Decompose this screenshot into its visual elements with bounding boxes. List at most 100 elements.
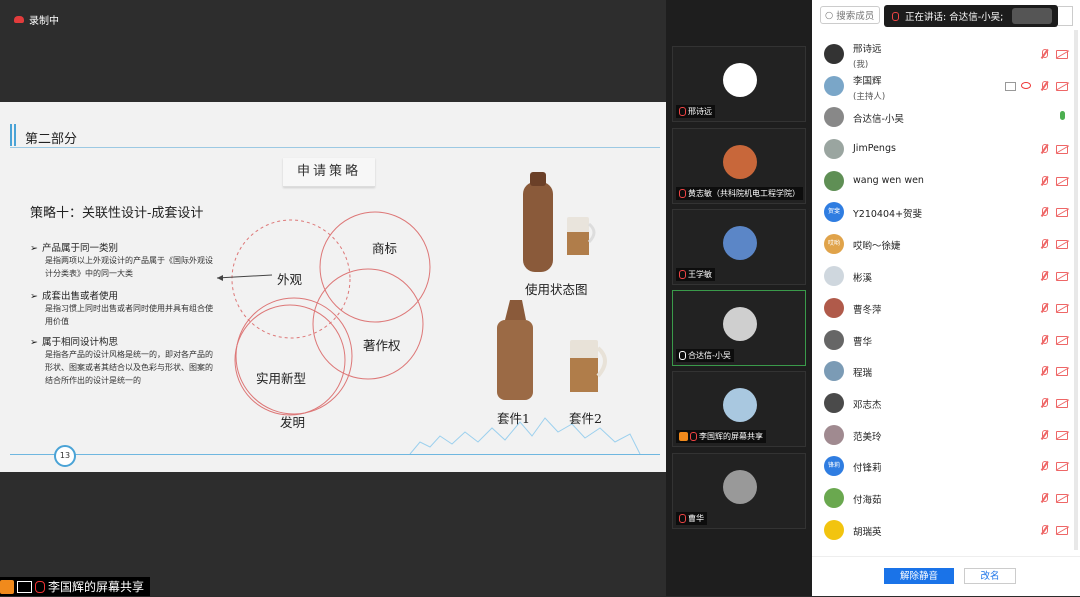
video-tile[interactable]: 曹华 bbox=[672, 453, 806, 529]
participant-row[interactable]: 邢诗远 (我) bbox=[812, 40, 1080, 70]
mic-active-icon[interactable] bbox=[1060, 111, 1065, 120]
mic-muted-icon[interactable] bbox=[1040, 366, 1048, 376]
venn-label-waiguan: 外观 bbox=[277, 272, 303, 287]
photo-label-usage: 使用状态图 bbox=[525, 282, 588, 297]
participant-row[interactable]: 范美玲 bbox=[812, 421, 1080, 449]
camera-off-icon[interactable] bbox=[1056, 145, 1068, 154]
mic-muted-icon[interactable] bbox=[1040, 49, 1048, 59]
mic-muted-icon[interactable] bbox=[1040, 430, 1048, 440]
venn-arrow-icon bbox=[217, 275, 223, 281]
participant-row[interactable]: 贺斐 Y210404+贺斐 bbox=[812, 198, 1080, 226]
recording-label: 录制中 bbox=[29, 16, 59, 27]
screen-share-icon bbox=[17, 580, 32, 593]
speaking-indicator: 正在讲话: 合达信-小吴; bbox=[884, 5, 1058, 27]
mic-muted-icon[interactable] bbox=[1040, 398, 1048, 408]
screen-share-icon[interactable] bbox=[1005, 82, 1016, 91]
participant-row[interactable]: 程瑞 bbox=[812, 357, 1080, 385]
video-tile[interactable]: 黄志敏（共科院机电工程学院） bbox=[672, 128, 806, 204]
participant-row[interactable]: 锋莉 付锋莉 bbox=[812, 452, 1080, 480]
avatar bbox=[824, 361, 844, 381]
mute-all-button[interactable]: 解除静音 bbox=[884, 568, 954, 584]
panel-footer: 解除静音 改名 bbox=[812, 556, 1080, 597]
mic-muted-icon bbox=[679, 270, 686, 279]
camera-off-icon[interactable] bbox=[1056, 399, 1068, 408]
participant-row[interactable]: 彬溪 bbox=[812, 262, 1080, 290]
mic-muted-icon bbox=[690, 432, 697, 441]
participant-name: 付海茹 bbox=[853, 495, 882, 506]
participant-name: 付锋莉 bbox=[853, 463, 882, 474]
search-input[interactable]: ○ 搜索成员 bbox=[820, 6, 880, 24]
tile-name: 黄志敏（共科院机电工程学院） bbox=[688, 189, 800, 198]
mic-icon bbox=[892, 11, 899, 21]
tile-name: 李国辉的屏幕共享 bbox=[699, 432, 763, 441]
camera-off-icon[interactable] bbox=[1056, 272, 1068, 281]
camera-off-icon[interactable] bbox=[1056, 50, 1068, 59]
avatar bbox=[824, 44, 844, 64]
participant-name: 李国辉 bbox=[853, 76, 882, 87]
sharer-label-bar: 李国辉的屏幕共享 bbox=[0, 577, 151, 596]
participant-name: 邓志杰 bbox=[853, 400, 882, 411]
mic-muted-icon[interactable] bbox=[1040, 176, 1048, 186]
camera-off-icon[interactable] bbox=[1056, 336, 1068, 345]
avatar bbox=[723, 388, 757, 422]
footer-divider bbox=[10, 454, 660, 455]
tile-name: 王学敏 bbox=[688, 270, 712, 279]
camera-off-icon[interactable] bbox=[1056, 304, 1068, 313]
mic-muted-icon[interactable] bbox=[1040, 144, 1048, 154]
camera-off-icon[interactable] bbox=[1056, 177, 1068, 186]
mic-muted-icon bbox=[35, 580, 45, 593]
avatar bbox=[723, 307, 757, 341]
camera-off-icon[interactable] bbox=[1056, 462, 1068, 471]
camera-off-icon[interactable] bbox=[1056, 240, 1068, 249]
mic-muted-icon[interactable] bbox=[1040, 81, 1048, 91]
participant-row[interactable]: 曹冬萍 bbox=[812, 294, 1080, 322]
venn-circle-shangbiao bbox=[319, 211, 431, 323]
camera-off-icon[interactable] bbox=[1056, 526, 1068, 535]
rename-button[interactable]: 改名 bbox=[964, 568, 1016, 584]
avatar bbox=[723, 145, 757, 179]
bottle-photo-usage bbox=[523, 172, 596, 272]
participant-row[interactable]: 邓志杰 bbox=[812, 389, 1080, 417]
avatar bbox=[824, 139, 844, 159]
avatar bbox=[824, 425, 844, 445]
participant-row[interactable]: 李国辉 (主持人) bbox=[812, 72, 1080, 102]
mic-muted-icon[interactable] bbox=[1040, 335, 1048, 345]
mic-muted-icon[interactable] bbox=[1040, 525, 1048, 535]
participant-row[interactable]: 付海茹 bbox=[812, 484, 1080, 512]
camera-off-icon[interactable] bbox=[1056, 367, 1068, 376]
participant-row[interactable]: wang wen wen bbox=[812, 167, 1080, 195]
avatar bbox=[824, 298, 844, 318]
video-tile[interactable]: 邢诗远 bbox=[672, 46, 806, 122]
eye-icon[interactable] bbox=[1021, 82, 1031, 89]
participant-row[interactable]: JimPengs bbox=[812, 135, 1080, 163]
camera-off-icon[interactable] bbox=[1056, 494, 1068, 503]
scrollbar[interactable] bbox=[1074, 30, 1078, 550]
video-tile[interactable]: 王学敏 bbox=[672, 209, 806, 285]
mic-muted-icon[interactable] bbox=[1040, 239, 1048, 249]
camera-off-icon[interactable] bbox=[1056, 208, 1068, 217]
camera-off-icon[interactable] bbox=[1056, 82, 1068, 91]
camera-off-icon[interactable] bbox=[1056, 431, 1068, 440]
mic-muted-icon[interactable] bbox=[1040, 493, 1048, 503]
mic-muted-icon bbox=[679, 107, 686, 116]
video-tile[interactable]: 李国辉的屏幕共享 bbox=[672, 371, 806, 447]
participant-row[interactable]: 胡瑞英 bbox=[812, 516, 1080, 544]
participant-row[interactable]: 哎哟 哎哟～徐婕 bbox=[812, 230, 1080, 258]
mic-muted-icon[interactable] bbox=[1040, 271, 1048, 281]
search-placeholder: 搜索成员 bbox=[836, 11, 875, 22]
venn-circle-shiyong bbox=[235, 297, 353, 415]
avatar bbox=[723, 226, 757, 260]
mic-muted-icon[interactable] bbox=[1040, 207, 1048, 217]
avatar bbox=[824, 393, 844, 413]
search-input-end bbox=[1058, 6, 1073, 26]
tile-name: 合达信-小吴 bbox=[688, 351, 731, 360]
user-icon bbox=[679, 432, 688, 441]
avatar bbox=[824, 76, 844, 96]
mic-muted-icon[interactable] bbox=[1040, 303, 1048, 313]
mic-muted-icon[interactable] bbox=[1040, 461, 1048, 471]
participant-row[interactable]: 合达信-小吴 bbox=[812, 103, 1080, 131]
speaking-text: 正在讲话: 合达信-小吴; bbox=[905, 12, 1004, 23]
bottle-photo-set1 bbox=[497, 300, 533, 400]
participant-row[interactable]: 曹华 bbox=[812, 326, 1080, 354]
video-tile-active-speaker[interactable]: 合达信-小吴 bbox=[672, 290, 806, 366]
